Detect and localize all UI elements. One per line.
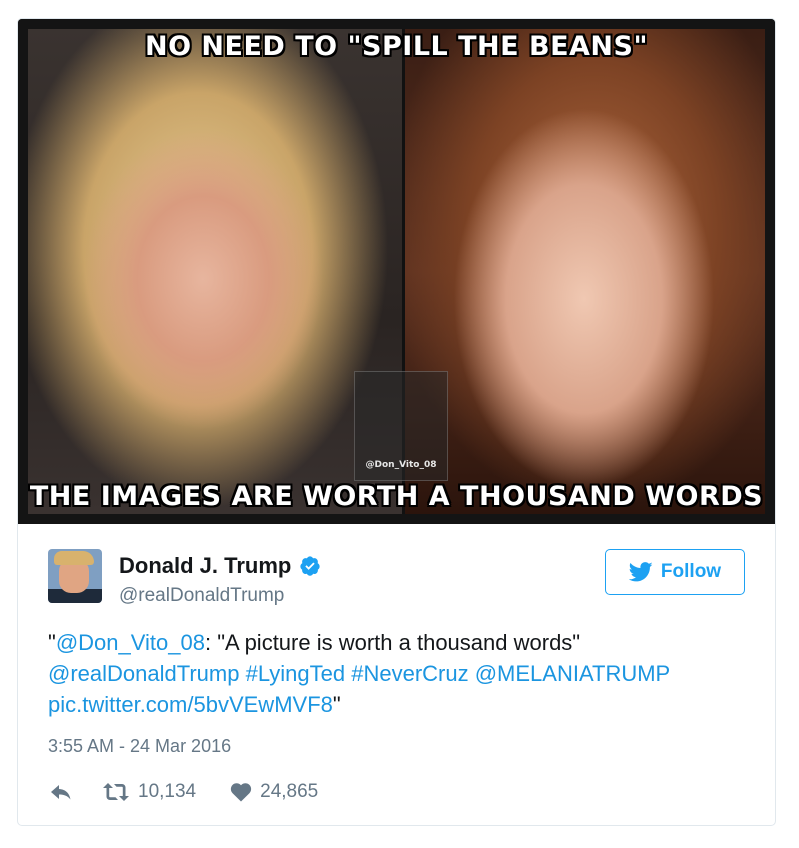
mention-don-vito[interactable]: @Don_Vito_08 — [56, 630, 205, 655]
tweet-actions: 10,134 24,865 — [48, 777, 318, 807]
author-display-name[interactable]: Donald J. Trump — [119, 553, 291, 579]
avatar[interactable] — [48, 549, 102, 603]
verified-badge-icon — [300, 556, 320, 576]
hashtag-lyingted[interactable]: #LyingTed — [246, 661, 345, 686]
twitter-bird-icon — [628, 562, 653, 582]
tweet-timestamp[interactable]: 3:55 AM - 24 Mar 2016 — [48, 736, 231, 757]
author-name-row[interactable]: Donald J. Trump — [119, 553, 321, 579]
tweet-media-image[interactable]: @Don_Vito_08 NO NEED TO "SPILL THE BEANS… — [18, 19, 775, 524]
meme-bottom-caption: THE IMAGES ARE WORTH A THOUSAND WORDS — [29, 481, 764, 512]
retweet-count: 10,134 — [138, 781, 197, 802]
tweet-card: @Don_Vito_08 NO NEED TO "SPILL THE BEANS… — [17, 18, 776, 826]
retweet-icon — [103, 783, 129, 801]
reply-icon — [51, 785, 71, 800]
meme-top-caption: NO NEED TO "SPILL THE BEANS" — [144, 31, 649, 62]
meme-photo-left — [28, 29, 404, 514]
follow-button[interactable]: Follow — [605, 549, 745, 595]
watermark-label: @Don_Vito_08 — [365, 460, 437, 470]
reply-button[interactable] — [50, 782, 72, 802]
author-handle[interactable]: @realDonaldTrump — [119, 585, 284, 607]
like-button[interactable]: 24,865 — [230, 781, 318, 803]
mention-realdonaldtrump[interactable]: @realDonaldTrump — [48, 661, 239, 686]
hashtag-nevercruz[interactable]: #NeverCruz — [351, 661, 468, 686]
quote-open: " — [48, 630, 56, 655]
retweet-button[interactable]: 10,134 — [102, 781, 196, 803]
follow-button-label: Follow — [660, 561, 722, 582]
like-count: 24,865 — [260, 781, 319, 802]
quote-text: : "A picture is worth a thousand words" — [204, 630, 581, 655]
heart-icon — [231, 783, 252, 802]
tweet-text: "@Don_Vito_08: "A picture is worth a tho… — [48, 627, 763, 720]
quote-close: " — [332, 692, 341, 717]
media-link[interactable]: pic.twitter.com/5bvVEwMVF8 — [48, 692, 333, 717]
mention-melaniatrump[interactable]: @MELANIATRUMP — [475, 661, 671, 686]
meme-photo-right — [404, 29, 765, 514]
